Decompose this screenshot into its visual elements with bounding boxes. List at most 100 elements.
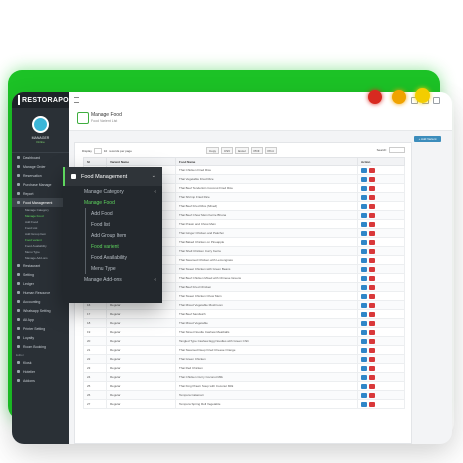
delete-icon[interactable] xyxy=(369,230,375,236)
edit-icon[interactable] xyxy=(361,248,367,254)
entries-select[interactable] xyxy=(93,148,102,154)
delete-icon[interactable] xyxy=(369,365,375,371)
sidebar-item-report[interactable]: Report xyxy=(12,189,69,198)
flyout-food-list[interactable]: Food list xyxy=(63,219,162,230)
edit-icon[interactable] xyxy=(361,239,367,245)
sidebar-item-whatsapp-setting[interactable]: Whatsapp Setting xyxy=(12,306,69,315)
edit-icon[interactable] xyxy=(361,212,367,218)
flyout-food-varient[interactable]: Food varient xyxy=(63,241,162,252)
delete-icon[interactable] xyxy=(369,293,375,299)
flyout-header[interactable]: Food Management ⌄ xyxy=(63,167,162,186)
sidebar-item-kiosk[interactable]: Kiosk xyxy=(12,358,69,367)
sidebar-item-label: Restaurant xyxy=(23,263,41,268)
edit-icon[interactable] xyxy=(361,176,367,182)
edit-icon[interactable] xyxy=(361,329,367,335)
search-input[interactable] xyxy=(389,147,405,153)
sidebar-item-hotelier[interactable]: Hotelier xyxy=(12,367,69,376)
delete-icon[interactable] xyxy=(369,311,375,317)
edit-icon[interactable] xyxy=(361,293,367,299)
delete-icon[interactable] xyxy=(369,257,375,263)
edit-icon[interactable] xyxy=(361,320,367,326)
delete-icon[interactable] xyxy=(369,338,375,344)
edit-icon[interactable] xyxy=(361,383,367,389)
delete-icon[interactable] xyxy=(369,194,375,200)
delete-icon[interactable] xyxy=(369,176,375,182)
delete-icon[interactable] xyxy=(369,266,375,272)
delete-icon[interactable] xyxy=(369,185,375,191)
flyout-manage-add-ons[interactable]: Manage Add-ons ‹ xyxy=(63,274,162,285)
delete-icon[interactable] xyxy=(369,401,375,407)
user-icon[interactable] xyxy=(433,97,440,104)
export-csv-button[interactable]: CSV xyxy=(221,147,234,154)
sidebar-item-human-resource[interactable]: Human Resource xyxy=(12,288,69,297)
flyout-food-availability[interactable]: Food Availability xyxy=(63,252,162,263)
delete-icon[interactable] xyxy=(369,221,375,227)
edit-icon[interactable] xyxy=(361,356,367,362)
edit-icon[interactable] xyxy=(361,374,367,380)
delete-icon[interactable] xyxy=(369,275,375,281)
sidebar-item-room-booking[interactable]: Room Booking xyxy=(12,342,69,351)
delete-icon[interactable] xyxy=(369,212,375,218)
edit-icon[interactable] xyxy=(361,311,367,317)
delete-icon[interactable] xyxy=(369,248,375,254)
edit-icon[interactable] xyxy=(361,284,367,290)
menu-toggle-icon[interactable] xyxy=(74,97,79,103)
sidebar-item-all-app[interactable]: All App xyxy=(12,315,69,324)
sidebar-item-dashboard[interactable]: Dashboard xyxy=(12,153,69,162)
export-excel-button[interactable]: Excel xyxy=(235,147,249,154)
edit-icon[interactable] xyxy=(361,302,367,308)
flyout-manage-category[interactable]: Manage Category ‹ xyxy=(63,186,162,197)
edit-icon[interactable] xyxy=(361,185,367,191)
export-print-button[interactable]: Print xyxy=(264,147,277,154)
edit-icon[interactable] xyxy=(361,221,367,227)
delete-icon[interactable] xyxy=(369,284,375,290)
edit-icon[interactable] xyxy=(361,275,367,281)
sidebar-item-purchase-manage[interactable]: Purchase Manage xyxy=(12,180,69,189)
sidebar-item-food-management[interactable]: Food Management xyxy=(12,198,69,207)
flyout-manage-food[interactable]: Manage Food xyxy=(63,197,162,208)
edit-icon[interactable] xyxy=(361,338,367,344)
delete-icon[interactable] xyxy=(369,392,375,398)
sidebar-item-reservation[interactable]: Reservation xyxy=(12,171,69,180)
sidebar-item-accounting[interactable]: Accounting xyxy=(12,297,69,306)
table-header-cell[interactable]: Food Name xyxy=(175,157,358,166)
edit-icon[interactable] xyxy=(361,230,367,236)
flyout-add-group-item[interactable]: Add Group Item xyxy=(63,230,162,241)
sidebar-item-restaurant[interactable]: Restaurant xyxy=(12,261,69,270)
edit-icon[interactable] xyxy=(361,392,367,398)
delete-icon[interactable] xyxy=(369,203,375,209)
edit-icon[interactable] xyxy=(361,203,367,209)
table-header-cell[interactable]: Varient Name xyxy=(106,157,176,166)
sidebar-item-manage-order[interactable]: Manage Order xyxy=(12,162,69,171)
sidebar-item-ledger[interactable]: Ledger xyxy=(12,279,69,288)
edit-icon[interactable] xyxy=(361,347,367,353)
edit-icon[interactable] xyxy=(361,167,367,173)
delete-icon[interactable] xyxy=(369,356,375,362)
table-header-cell[interactable]: Action xyxy=(357,157,405,166)
flyout-add-food[interactable]: Add Food xyxy=(63,208,162,219)
delete-icon[interactable] xyxy=(369,347,375,353)
sidebar-item-setting[interactable]: Setting xyxy=(12,270,69,279)
sidebar-item-loyalty[interactable]: Loyalty xyxy=(12,333,69,342)
delete-icon[interactable] xyxy=(369,383,375,389)
delete-icon[interactable] xyxy=(369,320,375,326)
avatar[interactable] xyxy=(32,116,49,133)
table-header-cell[interactable]: Sl xyxy=(83,157,107,166)
edit-icon[interactable] xyxy=(361,365,367,371)
edit-icon[interactable] xyxy=(361,194,367,200)
edit-icon[interactable] xyxy=(361,266,367,272)
export-copy-button[interactable]: Copy xyxy=(206,147,220,154)
edit-icon[interactable] xyxy=(361,401,367,407)
sidebar-item-label: Accounting xyxy=(23,299,41,304)
flyout-menu-type[interactable]: Menu Type xyxy=(63,263,162,274)
sidebar-item-printer-setting[interactable]: Printer Setting xyxy=(12,324,69,333)
delete-icon[interactable] xyxy=(369,302,375,308)
edit-icon[interactable] xyxy=(361,257,367,263)
delete-icon[interactable] xyxy=(369,374,375,380)
export-pdf-button[interactable]: PDF xyxy=(250,147,263,154)
add-varient-button[interactable]: + Add Varient xyxy=(414,136,441,142)
delete-icon[interactable] xyxy=(369,167,375,173)
delete-icon[interactable] xyxy=(369,329,375,335)
sidebar-item-addons[interactable]: Addons xyxy=(12,376,69,385)
delete-icon[interactable] xyxy=(369,239,375,245)
